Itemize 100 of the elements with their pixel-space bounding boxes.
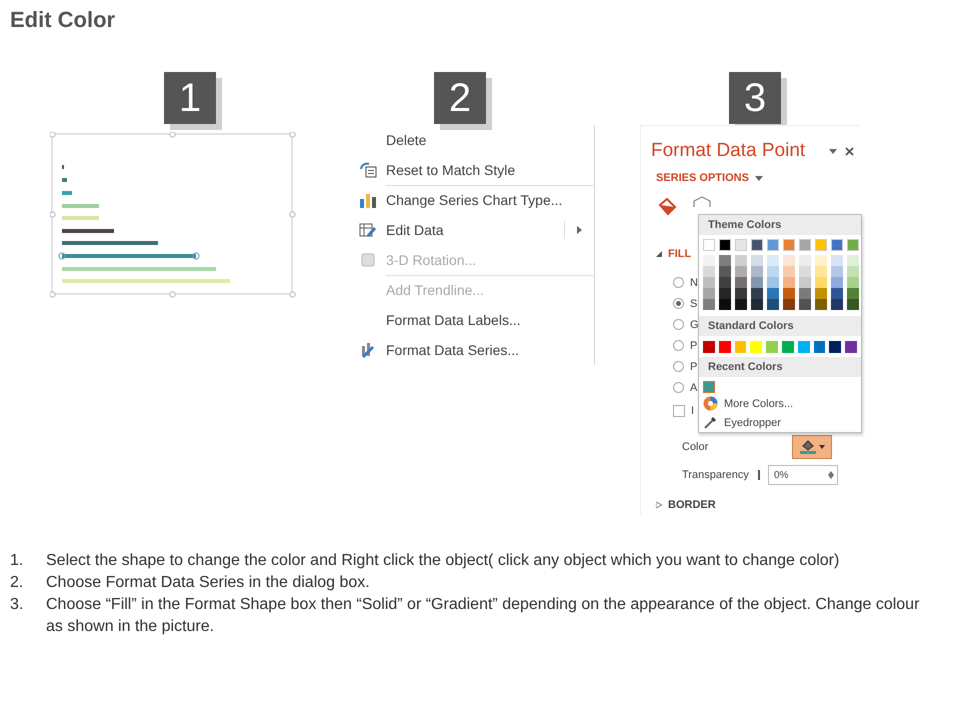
resize-handle[interactable] — [290, 292, 296, 298]
fill-section-header[interactable]: FILL — [641, 242, 860, 266]
color-swatch[interactable] — [847, 277, 859, 288]
close-icon[interactable] — [845, 146, 854, 156]
color-swatch[interactable] — [766, 341, 778, 353]
radio-button[interactable] — [673, 319, 684, 330]
resize-handle[interactable] — [170, 132, 176, 138]
color-swatch[interactable] — [751, 239, 763, 251]
color-swatch[interactable] — [703, 288, 715, 299]
color-menu-item[interactable]: Eyedropper — [699, 413, 861, 432]
color-swatch[interactable] — [815, 277, 827, 288]
color-swatch[interactable] — [719, 288, 731, 299]
color-swatch[interactable] — [815, 266, 827, 277]
color-swatch[interactable] — [750, 341, 762, 353]
menu-item[interactable]: Edit Data — [350, 215, 594, 245]
radio-button[interactable] — [673, 298, 684, 309]
color-swatch[interactable] — [719, 299, 731, 310]
color-swatch[interactable] — [734, 341, 746, 353]
color-swatch[interactable] — [847, 239, 859, 251]
radio-button[interactable] — [673, 361, 684, 372]
color-swatch[interactable] — [831, 239, 843, 251]
color-swatch[interactable] — [767, 299, 779, 310]
color-swatch[interactable] — [799, 266, 811, 277]
resize-handle[interactable] — [50, 132, 56, 138]
color-swatch[interactable] — [799, 255, 811, 266]
color-swatch[interactable] — [783, 239, 795, 251]
caret-icon[interactable] — [754, 176, 763, 180]
color-swatch[interactable] — [719, 266, 731, 277]
color-swatch[interactable] — [783, 299, 795, 310]
color-swatch[interactable] — [735, 299, 747, 310]
color-swatch[interactable] — [751, 255, 763, 266]
color-menu-item[interactable]: More Colors... — [699, 394, 861, 413]
bar[interactable] — [62, 191, 72, 195]
color-swatch[interactable] — [831, 277, 843, 288]
color-swatch[interactable] — [799, 239, 811, 251]
color-swatch[interactable] — [703, 277, 715, 288]
color-swatch[interactable] — [783, 255, 795, 266]
resize-handle[interactable] — [170, 292, 176, 298]
color-swatch[interactable] — [783, 266, 795, 277]
color-swatch[interactable] — [815, 239, 827, 251]
options-tab[interactable]: SERIES OPTIONS — [656, 172, 749, 184]
color-swatch[interactable] — [831, 255, 843, 266]
color-swatch[interactable] — [782, 341, 794, 353]
color-swatch[interactable] — [703, 255, 715, 266]
color-swatch[interactable] — [703, 266, 715, 277]
color-swatch[interactable] — [735, 277, 747, 288]
paint-bucket-icon[interactable] — [656, 196, 678, 218]
color-swatch[interactable] — [767, 277, 779, 288]
resize-handle[interactable] — [50, 212, 56, 218]
bar[interactable] — [62, 204, 99, 208]
color-swatch[interactable] — [799, 299, 811, 310]
color-swatch[interactable] — [703, 239, 715, 251]
color-swatch[interactable] — [831, 266, 843, 277]
border-section-header[interactable]: BORDER — [641, 493, 860, 517]
radio-button[interactable] — [673, 382, 684, 393]
color-swatch[interactable] — [799, 277, 811, 288]
bar[interactable] — [62, 229, 114, 233]
menu-item[interactable]: Format Data Series... — [350, 335, 594, 365]
color-swatch[interactable] — [815, 288, 827, 299]
spin-down-icon[interactable] — [828, 475, 834, 479]
color-swatch[interactable] — [829, 341, 842, 353]
spin-up-icon[interactable] — [828, 471, 834, 475]
color-swatch[interactable] — [703, 381, 715, 393]
chart-frame[interactable] — [52, 134, 292, 294]
color-swatch[interactable] — [814, 341, 826, 353]
radio-button[interactable] — [673, 340, 684, 351]
transparency-field[interactable]: 0% — [768, 465, 838, 485]
selection-handle[interactable] — [192, 252, 200, 260]
color-swatch[interactable] — [847, 266, 859, 277]
radio-button[interactable] — [673, 277, 684, 288]
resize-handle[interactable] — [290, 212, 296, 218]
color-swatch[interactable] — [815, 255, 827, 266]
color-swatch[interactable] — [751, 288, 763, 299]
color-swatch[interactable] — [847, 288, 859, 299]
menu-item[interactable]: Delete — [350, 125, 594, 155]
color-swatch[interactable] — [815, 299, 827, 310]
color-swatch[interactable] — [735, 239, 747, 251]
color-swatch[interactable] — [735, 266, 747, 277]
color-swatch[interactable] — [847, 255, 859, 266]
dropdown-icon[interactable] — [829, 148, 837, 154]
bar[interactable] — [62, 178, 67, 182]
color-swatch[interactable] — [767, 266, 779, 277]
color-swatch[interactable] — [767, 255, 779, 266]
color-swatch[interactable] — [831, 299, 843, 310]
color-swatch[interactable] — [703, 341, 715, 353]
color-swatch[interactable] — [783, 277, 795, 288]
color-swatch[interactable] — [735, 255, 747, 266]
color-swatch[interactable] — [751, 277, 763, 288]
bar[interactable] — [62, 241, 158, 245]
color-swatch[interactable] — [719, 239, 731, 251]
color-swatch[interactable] — [845, 341, 857, 353]
color-swatch[interactable] — [767, 239, 779, 251]
color-swatch[interactable] — [751, 299, 763, 310]
color-swatch[interactable] — [718, 341, 731, 353]
bar[interactable] — [62, 216, 99, 220]
color-swatch[interactable] — [719, 277, 731, 288]
color-swatch[interactable] — [751, 266, 763, 277]
menu-item[interactable]: Reset to Match Style — [350, 155, 594, 185]
color-swatch[interactable] — [703, 299, 715, 310]
color-swatch[interactable] — [798, 341, 810, 353]
